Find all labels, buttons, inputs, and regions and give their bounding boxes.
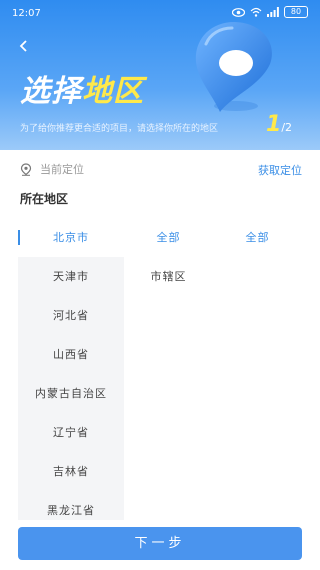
province-item[interactable]: 天津市	[18, 257, 124, 296]
city-list[interactable]: 全部 市辖区	[124, 218, 213, 520]
battery-level: 80	[290, 7, 302, 16]
district-list[interactable]: 全部	[213, 218, 302, 520]
current-location-row: 当前定位 获取定位	[0, 150, 320, 186]
section-title: 所在地区	[20, 192, 69, 206]
current-location-label: 当前定位	[40, 163, 84, 176]
step-indicator: 1/2	[266, 112, 292, 137]
status-time: 12:07	[12, 8, 41, 19]
province-item[interactable]: 黑龙江省	[18, 491, 124, 520]
header-banner: 12:07 80 选择地区 为了给你推荐更合适的项目，请选择你所在的地区 1/2	[0, 0, 320, 150]
province-item[interactable]: 北京市	[18, 218, 124, 257]
district-item[interactable]: 全部	[213, 218, 302, 257]
location-pin-illustration	[195, 22, 272, 112]
step-total: /2	[281, 121, 293, 134]
province-list[interactable]: 北京市 天津市 河北省 山西省 内蒙古自治区 辽宁省 吉林省 黑龙江省	[18, 218, 124, 520]
region-picker: 北京市 天津市 河北省 山西省 内蒙古自治区 辽宁省 吉林省 黑龙江省 全部 市辖区 全部	[18, 218, 302, 520]
location-icon	[20, 162, 32, 176]
city-item[interactable]: 全部	[124, 218, 213, 257]
chevron-left-icon	[19, 40, 27, 52]
province-item[interactable]: 辽宁省	[18, 413, 124, 452]
province-item[interactable]: 河北省	[18, 296, 124, 335]
back-button[interactable]	[14, 36, 34, 56]
next-step-button[interactable]: 下一步	[18, 527, 302, 560]
current-location: 当前定位	[20, 161, 84, 177]
page-title: 选择地区	[20, 74, 144, 109]
province-item[interactable]: 山西省	[18, 335, 124, 374]
city-item[interactable]: 市辖区	[124, 257, 213, 296]
get-location-button[interactable]: 获取定位	[258, 162, 302, 178]
page-subtitle: 为了给你推荐更合适的项目，请选择你所在的地区	[20, 124, 219, 134]
step-current: 1	[266, 112, 282, 137]
province-item[interactable]: 内蒙古自治区	[18, 374, 124, 413]
province-item[interactable]: 吉林省	[18, 452, 124, 491]
battery-icon: 80	[284, 6, 308, 18]
